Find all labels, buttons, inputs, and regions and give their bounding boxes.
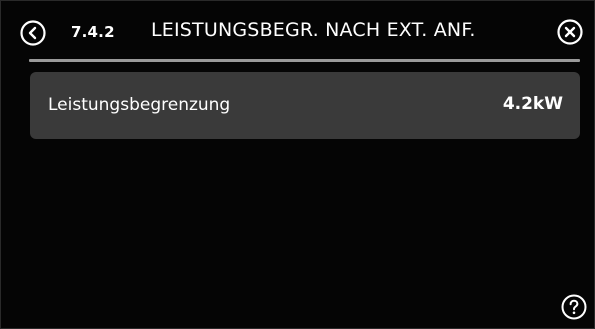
page-title: LEISTUNGSBEGR. NACH EXT. ANF.: [151, 19, 476, 41]
help-button[interactable]: [561, 294, 587, 320]
header-bar: 7.4.2 LEISTUNGSBEGR. NACH EXT. ANF.: [1, 1, 594, 59]
setting-label: Leistungsbegrenzung: [48, 95, 231, 115]
close-button[interactable]: [557, 19, 583, 45]
question-circle-icon: [561, 294, 587, 320]
chevron-left-circle-icon: [20, 20, 46, 46]
menu-number: 7.4.2: [71, 23, 115, 41]
header-divider: [29, 59, 580, 62]
setting-value: 4.2kW: [502, 94, 563, 114]
settings-screen: 7.4.2 LEISTUNGSBEGR. NACH EXT. ANF. Leis…: [0, 0, 595, 329]
back-button[interactable]: [20, 20, 46, 46]
close-circle-icon: [557, 19, 583, 45]
setting-row-leistungsbegrenzung[interactable]: Leistungsbegrenzung 4.2kW: [30, 72, 580, 139]
